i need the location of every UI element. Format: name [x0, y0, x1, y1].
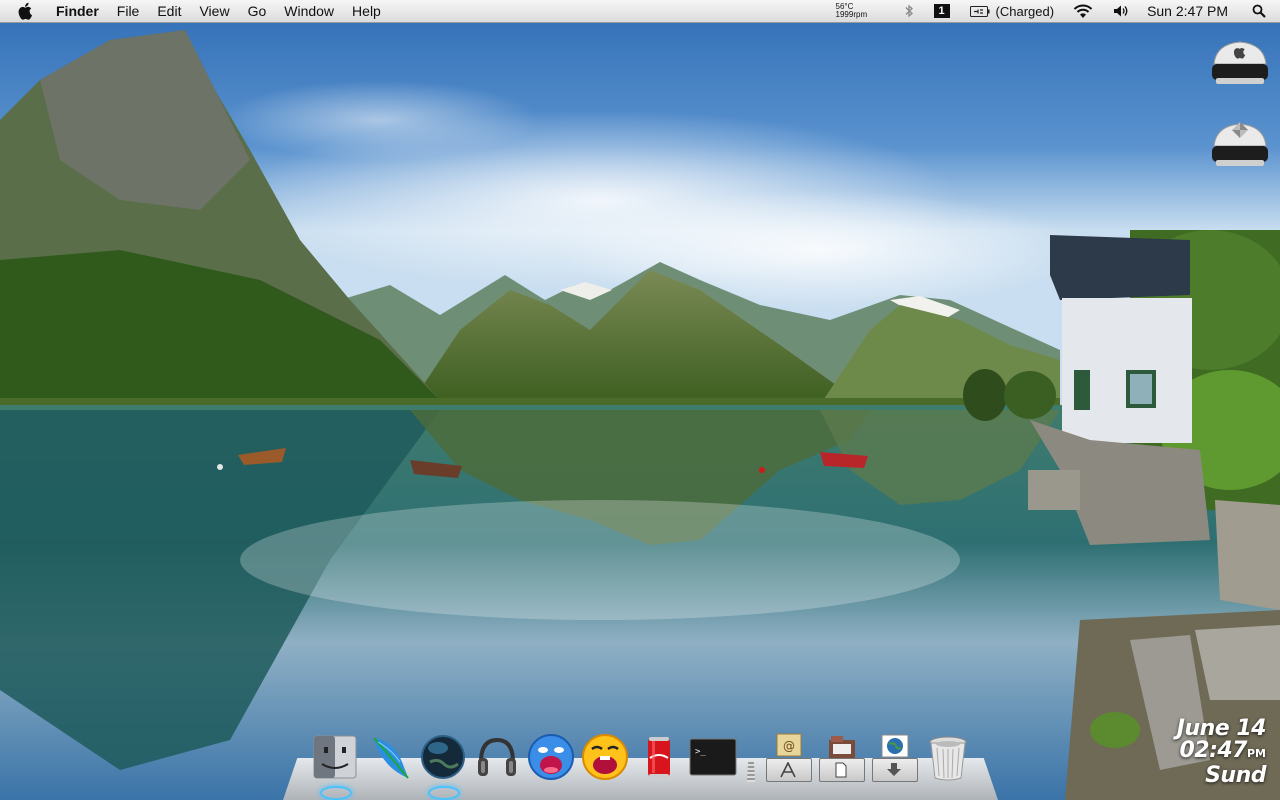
widget-ampm: PM	[1246, 747, 1266, 760]
dock-yellow-face-app[interactable]	[578, 730, 632, 784]
folder-icon	[829, 736, 855, 758]
bluetooth-icon[interactable]	[904, 0, 914, 22]
feather-icon	[373, 737, 409, 779]
menu-app-finder[interactable]: Finder	[52, 0, 108, 22]
dock-separator	[746, 761, 756, 782]
headphones-icon	[478, 737, 516, 776]
dock-feather-app[interactable]	[362, 730, 416, 784]
finder-icon	[313, 735, 357, 779]
dock-applications-stack[interactable]: @	[762, 730, 814, 790]
menu-go[interactable]: Go	[239, 0, 276, 22]
terminal-icon: >_	[689, 738, 737, 776]
dock-downloads-stack[interactable]	[868, 730, 920, 790]
volume-icon[interactable]	[1113, 0, 1129, 22]
yellow-face-icon	[582, 734, 628, 780]
spaces-indicator[interactable]: 1	[933, 0, 950, 22]
document-icon	[835, 762, 847, 778]
menu-file[interactable]: File	[108, 0, 149, 22]
terminal-prompt: >_	[695, 747, 706, 757]
download-arrow-icon	[887, 763, 901, 776]
widget-day: Sund	[1205, 763, 1266, 788]
spotlight-search-icon[interactable]	[1252, 0, 1266, 22]
menu-bar: Finder File Edit View Go Window Help 56°…	[0, 0, 1280, 23]
widget-time: 02:47	[1179, 738, 1247, 763]
dock-globe-app[interactable]	[416, 730, 470, 800]
clock-widget: June 14 02:47PM Sund	[1176, 716, 1267, 788]
dock-terminal[interactable]: >_	[686, 730, 740, 784]
battery-icon[interactable]	[969, 0, 990, 22]
trash-icon	[929, 736, 967, 781]
widget-date: June 14	[1176, 716, 1267, 741]
dock-cola-app[interactable]	[632, 730, 686, 784]
temperature-monitor[interactable]: 56°C 1999rpm	[836, 3, 880, 19]
fan-speed-value: 1999rpm	[835, 10, 868, 19]
desktop-wallpaper	[0, 0, 1280, 800]
macintosh-hd-drive-icon[interactable]	[1208, 34, 1272, 92]
menu-extras: 56°C 1999rpm 1 (Charged) Sun 2:47 PM	[836, 0, 1280, 22]
cola-can-icon	[648, 737, 670, 778]
applications-a-icon	[780, 762, 796, 778]
menu-edit[interactable]: Edit	[148, 0, 190, 22]
apple-menu-icon[interactable]	[16, 0, 36, 22]
menu-clock[interactable]: Sun 2:47 PM	[1147, 3, 1228, 19]
menu-help[interactable]: Help	[343, 0, 390, 22]
running-indicator	[428, 786, 460, 800]
running-indicator	[320, 786, 352, 800]
dock-finder[interactable]	[308, 730, 362, 800]
mail-stamp-icon: @	[776, 733, 802, 757]
windows-drive-icon[interactable]	[1208, 116, 1272, 174]
dock-music-app[interactable]	[470, 730, 524, 784]
blue-face-icon	[528, 734, 574, 780]
menu-view[interactable]: View	[190, 0, 238, 22]
dock: >_ @	[308, 730, 975, 800]
menu-window[interactable]: Window	[275, 0, 343, 22]
dock-trash[interactable]	[921, 730, 975, 784]
svg-text:@: @	[783, 739, 795, 753]
wifi-icon[interactable]	[1073, 0, 1093, 22]
dock-blue-face-app[interactable]	[524, 730, 578, 784]
dock-documents-stack[interactable]	[815, 730, 867, 790]
battery-status: (Charged)	[995, 3, 1055, 19]
globe-icon	[421, 735, 465, 779]
earth-image-icon	[881, 734, 909, 758]
space-number: 1	[933, 4, 950, 18]
